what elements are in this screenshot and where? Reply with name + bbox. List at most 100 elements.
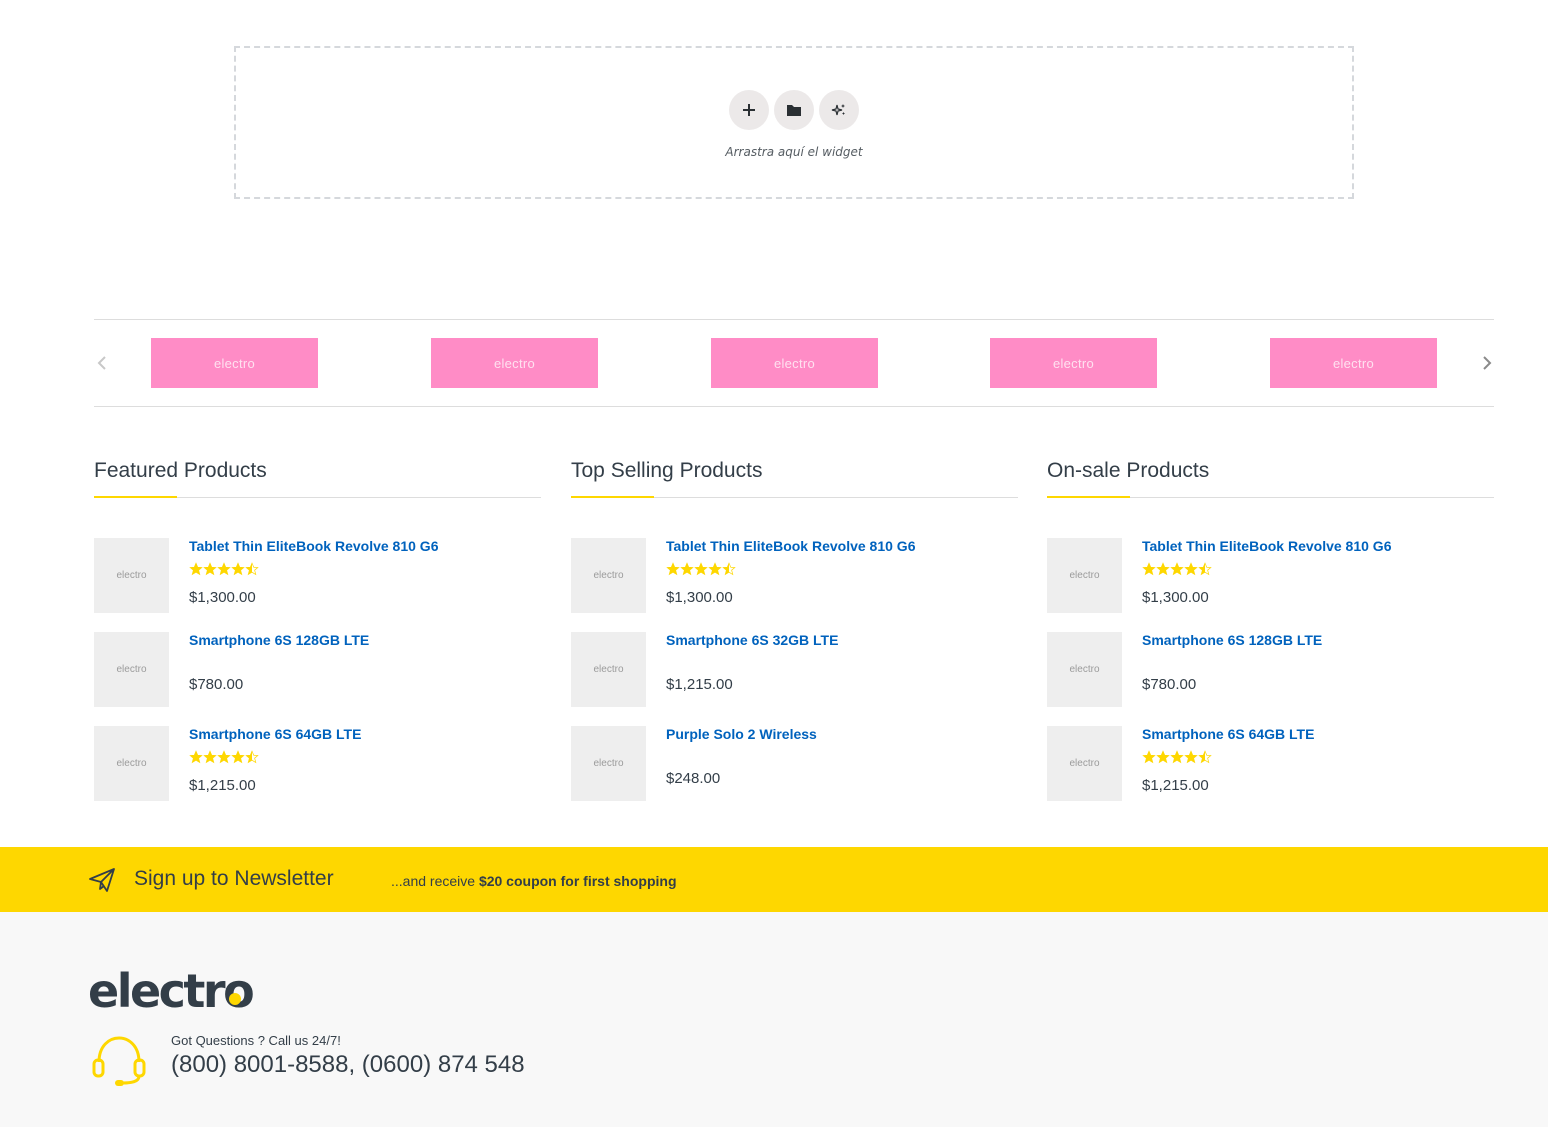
chevron-left-icon[interactable] <box>94 354 112 372</box>
product-name-link[interactable]: Tablet Thin EliteBook Revolve 810 G6 <box>189 538 438 554</box>
star-icon <box>203 750 217 764</box>
product-item: electro Smartphone 6S 64GB LTE $1,215.00 <box>1047 726 1494 820</box>
top-selling-products-column: Top Selling Products electro Tablet Thin … <box>571 455 1018 820</box>
footer-logo[interactable]: electro <box>88 964 255 1018</box>
product-item: electro Tablet Thin EliteBook Revolve 810… <box>571 538 1018 632</box>
brand-logo[interactable]: electro <box>151 338 318 388</box>
sparkle-icon <box>831 104 845 116</box>
product-thumbnail[interactable]: electro <box>94 538 169 613</box>
product-thumbnail[interactable]: electro <box>571 538 646 613</box>
product-name-link[interactable]: Smartphone 6S 64GB LTE <box>1142 726 1314 742</box>
column-title: Top Selling Products <box>571 455 1018 498</box>
product-price: $1,300.00 <box>666 589 733 606</box>
footer: electro Got Questions ? Call us 24/7! (8… <box>0 912 1548 1127</box>
product-price: $1,215.00 <box>666 676 733 693</box>
plus-icon <box>743 104 755 116</box>
newsletter-bar: Sign up to Newsletter ...and receive $20… <box>0 847 1548 912</box>
star-icon <box>666 562 680 576</box>
product-name-link[interactable]: Tablet Thin EliteBook Revolve 810 G6 <box>1142 538 1391 554</box>
star-icon <box>1198 750 1212 764</box>
product-name-link[interactable]: Smartphone 6S 32GB LTE <box>666 632 838 648</box>
star-icon <box>1156 750 1170 764</box>
product-list: electro Tablet Thin EliteBook Revolve 810… <box>571 538 1018 820</box>
newsletter-subtitle: ...and receive $20 coupon for first shop… <box>391 873 677 889</box>
product-price: $1,215.00 <box>189 777 256 794</box>
product-item: electro Purple Solo 2 Wireless $248.00 <box>571 726 1018 820</box>
chevron-right-icon[interactable] <box>1477 354 1495 372</box>
product-item: electro Smartphone 6S 32GB LTE $1,215.00 <box>571 632 1018 726</box>
product-thumbnail[interactable]: electro <box>1047 726 1122 801</box>
paper-plane-icon <box>89 868 115 892</box>
support-phone[interactable]: (800) 8001-8588, (0600) 874 548 <box>171 1051 525 1079</box>
brands-carousel: electro electro electro electro electro <box>94 319 1494 407</box>
star-rating <box>1142 750 1212 764</box>
product-name-link[interactable]: Smartphone 6S 64GB LTE <box>189 726 361 742</box>
product-name-link[interactable]: Smartphone 6S 128GB LTE <box>189 632 369 648</box>
star-icon <box>189 562 203 576</box>
product-thumbnail[interactable]: electro <box>1047 632 1122 707</box>
brand-logo[interactable]: electro <box>990 338 1157 388</box>
star-icon <box>1142 562 1156 576</box>
star-rating <box>1142 562 1212 576</box>
star-icon <box>1170 562 1184 576</box>
product-name-link[interactable]: Smartphone 6S 128GB LTE <box>1142 632 1322 648</box>
product-price: $248.00 <box>666 770 721 787</box>
star-icon <box>1184 750 1198 764</box>
star-icon <box>231 750 245 764</box>
star-icon <box>1142 750 1156 764</box>
product-item: electro Tablet Thin EliteBook Revolve 810… <box>1047 538 1494 632</box>
product-thumbnail[interactable]: electro <box>94 726 169 801</box>
product-price: $1,300.00 <box>189 589 256 606</box>
product-thumbnail[interactable]: electro <box>94 632 169 707</box>
star-icon <box>217 562 231 576</box>
add-template-button[interactable] <box>774 90 814 130</box>
product-item: electro Smartphone 6S 128GB LTE $780.00 <box>94 632 541 726</box>
product-name-link[interactable]: Purple Solo 2 Wireless <box>666 726 817 742</box>
product-item: electro Smartphone 6S 128GB LTE $780.00 <box>1047 632 1494 726</box>
product-thumbnail[interactable]: electro <box>571 726 646 801</box>
product-item: electro Smartphone 6S 64GB LTE $1,215.00 <box>94 726 541 820</box>
star-rating <box>189 750 259 764</box>
product-price: $1,215.00 <box>1142 777 1209 794</box>
product-name-link[interactable]: Tablet Thin EliteBook Revolve 810 G6 <box>666 538 915 554</box>
star-icon <box>1156 562 1170 576</box>
widget-drop-zone[interactable]: Arrastra aquí el widget <box>234 46 1354 199</box>
star-icon <box>245 750 259 764</box>
product-price: $780.00 <box>189 676 244 693</box>
star-icon <box>708 562 722 576</box>
star-icon <box>1170 750 1184 764</box>
dropzone-hint: Arrastra aquí el widget <box>725 145 863 159</box>
star-icon <box>1184 562 1198 576</box>
brand-logo[interactable]: electro <box>1270 338 1437 388</box>
star-icon <box>694 562 708 576</box>
product-list: electro Tablet Thin EliteBook Revolve 810… <box>94 538 541 820</box>
product-price: $780.00 <box>1142 676 1197 693</box>
brand-logo[interactable]: electro <box>431 338 598 388</box>
product-list: electro Tablet Thin EliteBook Revolve 810… <box>1047 538 1494 820</box>
product-item: electro Tablet Thin EliteBook Revolve 810… <box>94 538 541 632</box>
column-title: Featured Products <box>94 455 541 498</box>
star-icon <box>203 562 217 576</box>
on-sale-products-column: On-sale Products electro Tablet Thin Elit… <box>1047 455 1494 820</box>
product-thumbnail[interactable]: electro <box>571 632 646 707</box>
column-title: On-sale Products <box>1047 455 1494 498</box>
dropzone-buttons <box>729 90 859 130</box>
ai-button[interactable] <box>819 90 859 130</box>
newsletter-title: Sign up to Newsletter <box>134 867 334 890</box>
brand-logo[interactable]: electro <box>711 338 878 388</box>
featured-products-column: Featured Products electro Tablet Thin Eli… <box>94 455 541 820</box>
star-icon <box>231 562 245 576</box>
folder-icon <box>787 105 801 116</box>
product-price: $1,300.00 <box>1142 589 1209 606</box>
star-icon <box>722 562 736 576</box>
star-icon <box>1198 562 1212 576</box>
support-label: Got Questions ? Call us 24/7! <box>171 1033 341 1048</box>
star-icon <box>680 562 694 576</box>
add-section-button[interactable] <box>729 90 769 130</box>
star-icon <box>245 562 259 576</box>
headset-icon <box>92 1036 146 1086</box>
star-icon <box>189 750 203 764</box>
star-rating <box>189 562 259 576</box>
star-rating <box>666 562 736 576</box>
product-thumbnail[interactable]: electro <box>1047 538 1122 613</box>
